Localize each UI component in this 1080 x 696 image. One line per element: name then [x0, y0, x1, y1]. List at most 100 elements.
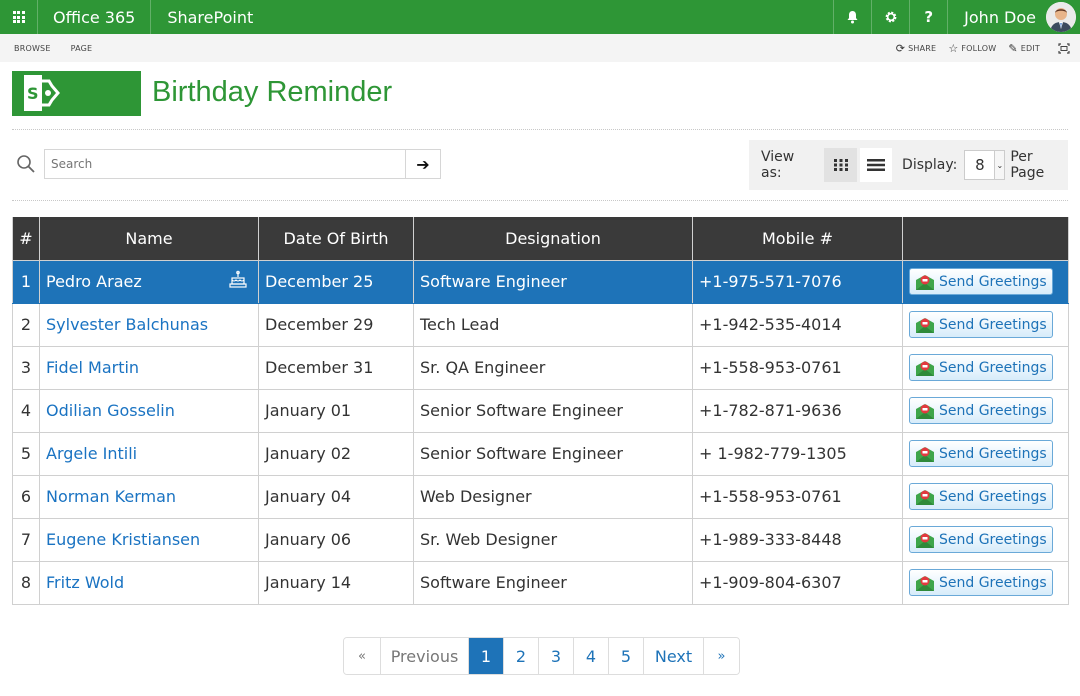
name-cell: Sylvester Balchunas [39, 302, 259, 347]
send-greetings-button[interactable]: Send Greetings [909, 526, 1053, 553]
send-greetings-label: Send Greetings [939, 316, 1047, 333]
dob-cell: December 25 [258, 259, 414, 304]
focus-mode-button[interactable] [1058, 42, 1070, 54]
send-greetings-button[interactable]: Send Greetings [909, 397, 1053, 424]
designation-cell: Sr. Web Designer [413, 517, 693, 562]
table-row[interactable]: 7 Eugene Kristiansen January 06 Sr. Web … [12, 517, 1069, 562]
send-greetings-label: Send Greetings [939, 402, 1047, 419]
grid-view-button[interactable] [824, 148, 857, 182]
table-row[interactable]: 1 Pedro Araez December 25 Software Engin… [12, 259, 1069, 304]
table-row[interactable]: 5 Argele Intili January 02 Senior Softwa… [12, 431, 1069, 476]
arrow-right-icon: ➔ [416, 154, 430, 174]
notifications-button[interactable] [833, 0, 871, 34]
send-greetings-button[interactable]: Send Greetings [909, 483, 1053, 510]
employee-name-link[interactable]: Fidel Martin [46, 358, 139, 377]
send-greetings-label: Send Greetings [939, 445, 1047, 462]
action-cell: Send Greetings [902, 388, 1069, 433]
page-2-button[interactable]: 2 [503, 638, 538, 674]
share-button[interactable]: ⟳ SHARE [896, 42, 937, 55]
birthday-cake-icon [228, 270, 248, 294]
send-greetings-button[interactable]: Send Greetings [909, 268, 1053, 295]
last-page-button[interactable]: » [703, 638, 739, 674]
action-cell: Send Greetings [902, 345, 1069, 390]
settings-button[interactable] [871, 0, 909, 34]
list-icon [866, 159, 885, 171]
send-greetings-button[interactable]: Send Greetings [909, 440, 1053, 467]
tab-page[interactable]: PAGE [71, 44, 93, 53]
help-button[interactable]: ? [909, 0, 947, 34]
list-view-button[interactable] [859, 148, 893, 182]
dob-cell: January 14 [258, 560, 414, 605]
employee-name-link[interactable]: Fritz Wold [46, 573, 124, 592]
page-3-button[interactable]: 3 [538, 638, 573, 674]
row-number: 2 [12, 302, 40, 347]
action-cell: Send Greetings [902, 517, 1069, 562]
focus-mode-icon [1058, 42, 1070, 54]
row-number: 4 [12, 388, 40, 433]
envelope-icon [916, 360, 934, 376]
action-cell: Send Greetings [902, 302, 1069, 347]
dob-cell: December 29 [258, 302, 414, 347]
employee-name-link[interactable]: Norman Kerman [46, 487, 176, 506]
table-row[interactable]: 8 Fritz Wold January 14 Software Enginee… [12, 560, 1069, 605]
first-page-button[interactable]: « [344, 638, 380, 674]
user-name: John Doe [964, 7, 1036, 27]
employee-name-link[interactable]: Sylvester Balchunas [46, 315, 208, 334]
row-number: 3 [12, 345, 40, 390]
col-header-designation[interactable]: Designation [413, 217, 693, 261]
mobile-cell: +1-558-953-0761 [692, 345, 903, 390]
mobile-cell: +1-782-871-9636 [692, 388, 903, 433]
mobile-cell: + 1-982-779-1305 [692, 431, 903, 476]
table-row[interactable]: 6 Norman Kerman January 04 Web Designer … [12, 474, 1069, 519]
previous-page-button[interactable]: Previous [380, 638, 468, 674]
edit-button[interactable]: ✎ EDIT [1008, 42, 1040, 55]
employee-name-link[interactable]: Argele Intili [46, 444, 137, 463]
designation-cell: Software Engineer [413, 259, 693, 304]
row-number: 5 [12, 431, 40, 476]
dob-cell: January 06 [258, 517, 414, 562]
display-label: Display: [902, 157, 958, 173]
employee-name-link[interactable]: Pedro Araez [46, 272, 142, 291]
help-icon: ? [924, 8, 934, 26]
page-1-button[interactable]: 1 [468, 638, 503, 674]
send-greetings-button[interactable]: Send Greetings [909, 311, 1053, 338]
table-row[interactable]: 4 Odilian Gosselin January 01 Senior Sof… [12, 388, 1069, 433]
svg-text:S: S [27, 84, 39, 103]
table-row[interactable]: 3 Fidel Martin December 31 Sr. QA Engine… [12, 345, 1069, 390]
search-input[interactable] [44, 149, 406, 179]
name-cell: Fidel Martin [39, 345, 259, 390]
share-icon: ⟳ [895, 41, 906, 55]
send-greetings-button[interactable]: Send Greetings [909, 354, 1053, 381]
app-launcher-button[interactable] [0, 0, 38, 34]
employee-name-link[interactable]: Eugene Kristiansen [46, 530, 200, 549]
page-4-button[interactable]: 4 [573, 638, 608, 674]
sharepoint-link[interactable]: SharePoint [151, 0, 269, 34]
per-page-value: 8 [975, 156, 985, 174]
employee-name-link[interactable]: Odilian Gosselin [46, 401, 175, 420]
next-page-button[interactable]: Next [643, 638, 703, 674]
tab-browse[interactable]: BROWSE [14, 44, 51, 53]
office365-link[interactable]: Office 365 [38, 0, 152, 34]
per-page-select[interactable]: 8 ⌄ [964, 150, 1006, 180]
follow-label: FOLLOW [961, 43, 997, 53]
table-row[interactable]: 2 Sylvester Balchunas December 29 Tech L… [12, 302, 1069, 347]
page-5-button[interactable]: 5 [608, 638, 643, 674]
col-header-dob[interactable]: Date Of Birth [258, 217, 414, 261]
designation-cell: Web Designer [413, 474, 693, 519]
envelope-icon [916, 274, 934, 290]
mobile-cell: +1-558-953-0761 [692, 474, 903, 519]
col-header-mobile[interactable]: Mobile # [692, 217, 903, 261]
dob-cell: January 04 [258, 474, 414, 519]
send-greetings-button[interactable]: Send Greetings [909, 569, 1053, 596]
search-submit-button[interactable]: ➔ [405, 149, 441, 179]
mobile-cell: +1-975-571-7076 [692, 259, 903, 304]
col-header-name[interactable]: Name [39, 217, 259, 261]
col-header-number[interactable]: # [12, 217, 40, 261]
birthday-table: # Name Date Of Birth Designation Mobile … [12, 217, 1069, 605]
bell-icon [847, 11, 858, 24]
dob-cell: January 02 [258, 431, 414, 476]
col-header-action [902, 217, 1069, 261]
follow-button[interactable]: ☆ FOLLOW [948, 42, 996, 55]
send-greetings-label: Send Greetings [939, 488, 1047, 505]
user-menu[interactable]: John Doe [947, 0, 1080, 34]
